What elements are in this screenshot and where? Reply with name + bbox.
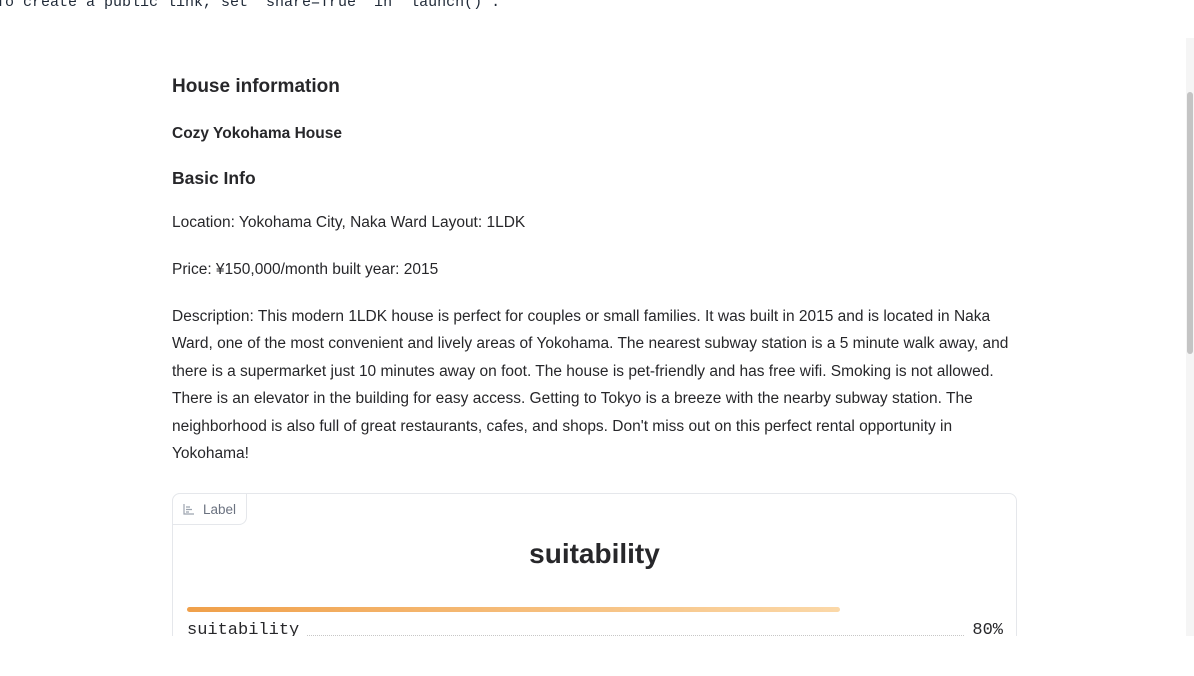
scrollbar-thumb[interactable] — [1187, 92, 1193, 354]
description-text: Description: This modern 1LDK house is p… — [172, 308, 1009, 463]
location-layout-text: Location: Yokohama City, Naka Ward Layou… — [172, 214, 526, 231]
viewport-bottom — [0, 636, 1194, 676]
confidence-bar-track — [187, 607, 1003, 612]
label-output: Label suitability suitability 80% — [172, 493, 1017, 655]
price-year-text: Price: ¥150,000/month built year: 2015 — [172, 261, 439, 278]
label-tag-text: Label — [203, 501, 237, 517]
bar-chart-icon — [183, 503, 195, 515]
scrollbar-track[interactable] — [1186, 38, 1194, 636]
basic-info-heading: Basic Info — [172, 168, 256, 188]
predicted-label: suitability — [529, 538, 660, 569]
label-tag: Label — [172, 493, 248, 525]
confidence-bar — [187, 607, 840, 612]
house-name: Cozy Yokohama House — [172, 125, 342, 142]
house-info-heading: House information — [172, 76, 340, 97]
console-share-hint: To create a public link, set `share=True… — [0, 0, 501, 11]
